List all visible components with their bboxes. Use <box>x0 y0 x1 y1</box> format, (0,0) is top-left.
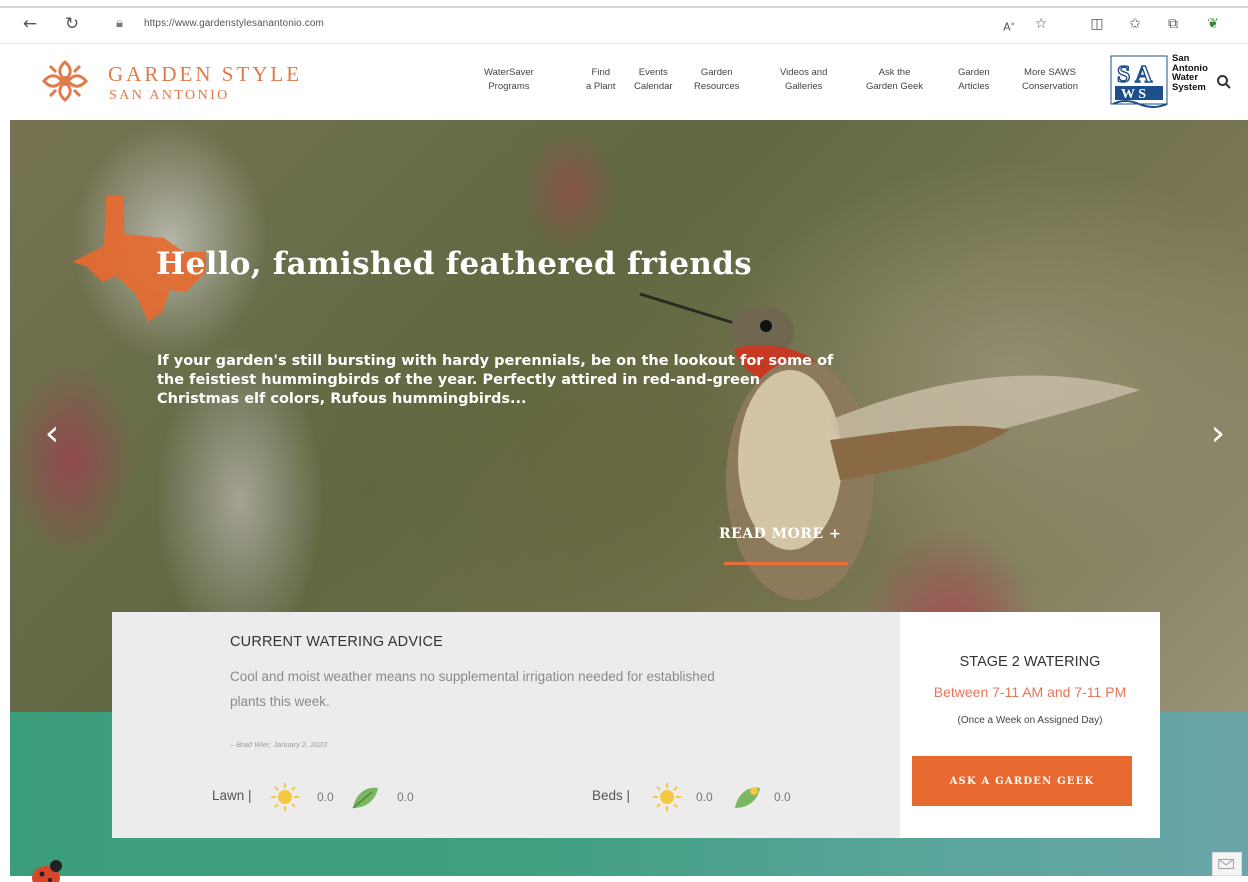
mail-icon[interactable] <box>1212 852 1242 876</box>
extension-icon[interactable]: ❦ <box>1202 14 1224 34</box>
plant-icon <box>735 787 760 808</box>
sun-icon <box>271 783 299 811</box>
nav-label-line1: More SAWS <box>1024 67 1076 78</box>
hero-excerpt: If your garden's still bursting with har… <box>157 353 834 407</box>
back-arrow-icon[interactable]: ← <box>20 14 40 34</box>
saws-logo-text[interactable]: San Antonio Water System <box>1172 54 1208 92</box>
watering-advice-card: CURRENT WATERING ADVICE Cool and moist w… <box>112 612 900 838</box>
nav-watersaver-programs[interactable]: WaterSaver Programs <box>484 66 534 94</box>
nav-label-line1: Garden <box>958 67 990 78</box>
nav-label-line2: Articles <box>958 81 990 92</box>
garden-style-logo-icon[interactable] <box>40 58 90 104</box>
site-header: GARDEN STYLE SAN ANTONIO WaterSaver Prog… <box>10 44 1248 120</box>
svg-text:S: S <box>1117 62 1130 88</box>
advice-text: Cool and moist weather means no suppleme… <box>230 669 715 709</box>
ladybug-icon <box>32 860 62 882</box>
browser-toolbar: ← ↻ 🔒︎ https://www.gardenstylesanantonio… <box>0 0 1248 44</box>
advice-title: CURRENT WATERING ADVICE <box>230 634 443 650</box>
star-icon[interactable]: ☆ <box>1030 14 1052 34</box>
nav-label-line2: Resources <box>694 81 740 92</box>
read-aloud-icon[interactable]: A» <box>998 14 1020 34</box>
saws-line: System <box>1172 81 1206 93</box>
nav-label-line1: Events <box>638 67 668 78</box>
nav-garden-resources[interactable]: Garden Resources <box>694 66 739 94</box>
leaf-icon <box>352 787 378 809</box>
advice-credit: – Brad Wier, January 2, 2023 <box>230 740 328 749</box>
address-bar[interactable]: 🔒︎ https://www.gardenstylesanantonio.com <box>108 14 978 36</box>
nav-label-line2: a Plant <box>586 81 616 92</box>
nav-videos-and-galleries[interactable]: Videos and Galleries <box>780 66 827 94</box>
ask-a-garden-geek-button[interactable]: ASK A GARDEN GEEK <box>912 756 1132 806</box>
nav-label-line2: Calendar <box>634 81 673 92</box>
read-more-link[interactable]: READ MORE + <box>719 526 841 542</box>
search-icon[interactable] <box>1216 74 1232 90</box>
nav-ask-the-garden-geek[interactable]: Ask the Garden Geek <box>866 66 923 94</box>
nav-label-line1: WaterSaver <box>484 67 534 78</box>
saws-logo-icon[interactable]: S A W S <box>1109 52 1169 108</box>
logo-title[interactable]: GARDEN STYLE <box>108 62 302 87</box>
url-text: https://www.gardenstylesanantonio.com <box>144 18 324 29</box>
lock-icon: 🔒︎ <box>116 16 123 31</box>
nav-more-saws-conservation[interactable]: More SAWS Conservation <box>1022 66 1078 94</box>
beds-label: Beds | <box>592 788 631 803</box>
stage-time: Between 7-11 AM and 7-11 PM <box>933 684 1127 700</box>
nav-label-line1: Find <box>591 67 611 78</box>
nav-label-line2: Conservation <box>1022 81 1078 92</box>
nav-label-line2: Galleries <box>784 81 823 92</box>
sun-icon <box>653 783 681 811</box>
beds-sun-value: 0.0 <box>696 790 713 804</box>
nav-events-calendar[interactable]: Events Calendar <box>634 66 673 94</box>
svg-text:W S: W S <box>1121 87 1146 102</box>
split-screen-icon[interactable]: ◫ <box>1086 14 1108 34</box>
stage-watering-card: STAGE 2 WATERING Between 7-11 AM and 7-1… <box>900 612 1160 838</box>
nav-label-line2: Garden Geek <box>866 81 924 92</box>
read-more-underline <box>724 562 848 565</box>
nav-label-line1: Ask the <box>878 67 911 78</box>
lawn-sun-value: 0.0 <box>317 790 334 804</box>
lawn-label: Lawn | <box>212 788 252 803</box>
svg-text:A: A <box>1135 62 1153 88</box>
stage-note: (Once a Week on Assigned Day) <box>957 715 1103 726</box>
beds-leaf-value: 0.0 <box>774 790 791 804</box>
nav-garden-articles[interactable]: Garden Articles <box>958 66 990 94</box>
nav-label-line1: Videos and <box>780 67 828 78</box>
nav-find-a-plant[interactable]: Find a Plant <box>586 66 616 94</box>
window-top-border <box>0 6 1248 8</box>
favorites-icon[interactable]: ✩ <box>1124 14 1146 34</box>
hummingbird-image <box>639 292 1140 600</box>
collections-icon[interactable]: ⧉ <box>1162 14 1184 34</box>
lawn-leaf-value: 0.0 <box>397 790 414 804</box>
stage-title: STAGE 2 WATERING <box>959 654 1101 670</box>
logo-subtitle[interactable]: SAN ANTONIO <box>109 88 230 104</box>
slider-next-arrow-icon[interactable]: › <box>1204 414 1232 454</box>
slider-prev-arrow-icon[interactable]: ‹ <box>38 414 66 454</box>
refresh-icon[interactable]: ↻ <box>62 14 82 34</box>
hero-title: Hello, famished feathered friends <box>156 246 752 282</box>
nav-label-line2: Programs <box>488 81 530 92</box>
nav-label-line1: Garden <box>700 67 733 78</box>
